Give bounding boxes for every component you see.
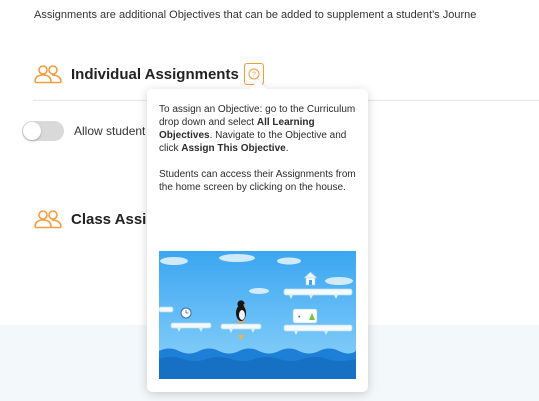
section-title-individual: Individual Assignments [71, 65, 239, 83]
allow-student-label: Allow student [74, 124, 146, 138]
svg-text:?: ? [252, 72, 256, 79]
class-assignments-header: Class Assig [33, 209, 156, 229]
users-icon [33, 64, 63, 84]
toggle-knob [23, 122, 41, 140]
intro-text: Assignments are additional Objectives th… [34, 9, 477, 21]
help-icon: ? [248, 68, 260, 80]
individual-assignments-header: Individual Assignments ? [33, 63, 264, 85]
tooltip-paragraph-2: Students can access their Assignments fr… [159, 169, 356, 193]
help-button[interactable]: ? [243, 63, 264, 85]
users-icon [33, 209, 63, 229]
game-screenshot-image: • [159, 251, 356, 379]
tooltip-paragraph-1: To assign an Objective: go to the Curric… [159, 104, 356, 154]
allow-student-toggle[interactable] [22, 121, 64, 141]
allow-student-row: Allow student [22, 121, 145, 141]
section-title-class: Class Assig [71, 210, 156, 228]
help-tooltip: To assign an Objective: go to the Curric… [147, 80, 368, 392]
